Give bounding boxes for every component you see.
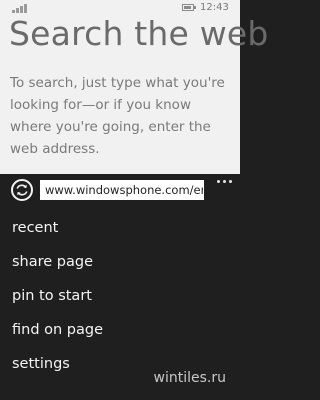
menu-item-share-page[interactable]: share page bbox=[0, 245, 240, 279]
refresh-icon[interactable] bbox=[11, 179, 33, 201]
page-title: Search the web bbox=[9, 14, 269, 53]
menu-item-pin-to-start[interactable]: pin to start bbox=[0, 279, 240, 313]
address-input[interactable]: www.windowsphone.com/en bbox=[40, 180, 204, 200]
menu-item-find-on-page[interactable]: find on page bbox=[0, 313, 240, 347]
battery-icon bbox=[182, 4, 196, 11]
watermark-text: wintiles.ru bbox=[153, 370, 226, 386]
menu-item-recent[interactable]: recent bbox=[0, 211, 240, 245]
app-bar-menu: recent share page pin to start find on p… bbox=[0, 208, 240, 381]
more-dots-icon[interactable] bbox=[215, 178, 235, 186]
address-bar: www.windowsphone.com/en bbox=[0, 174, 240, 208]
page-description: To search, just type what you're looking… bbox=[10, 75, 225, 157]
search-page-header: 12:43 Search the web To search, just typ… bbox=[0, 0, 268, 174]
